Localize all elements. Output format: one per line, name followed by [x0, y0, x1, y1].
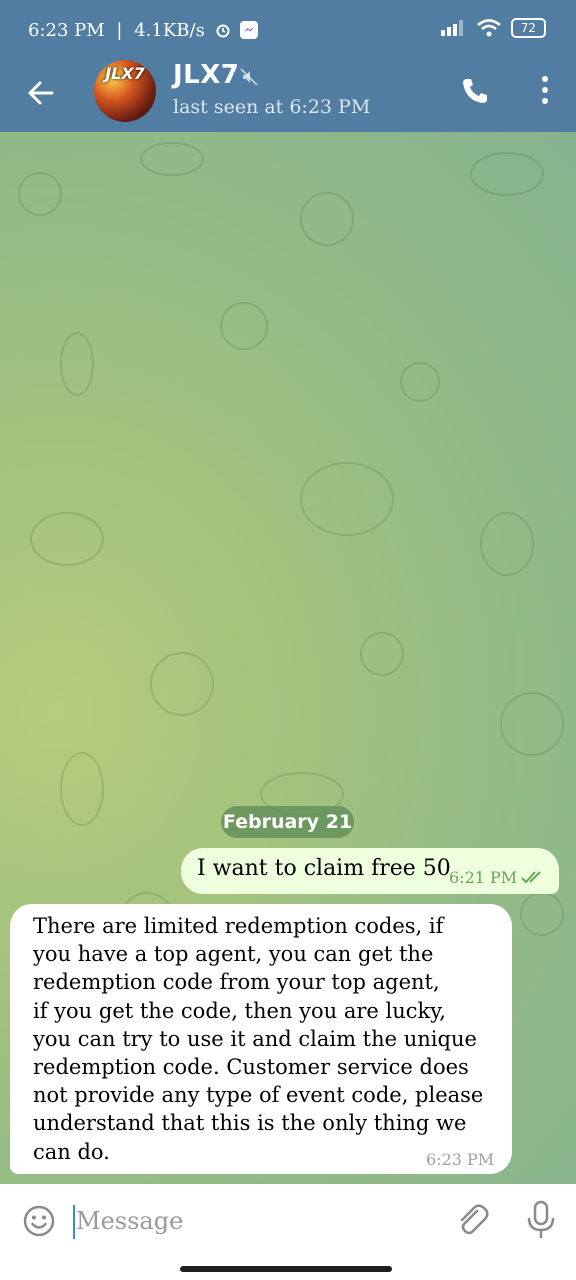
- status-separator: |: [116, 20, 123, 41]
- network-speed: 4.1KB/s: [134, 20, 205, 41]
- incoming-message[interactable]: There are limited redemption codes, if y…: [10, 904, 512, 1174]
- status-time: 6:23 PM: [28, 20, 105, 41]
- messenger-icon: [240, 21, 259, 39]
- chat-header: JLX7 JLX7 last seen at 6:23 PM: [0, 60, 576, 132]
- message-composer: [0, 1184, 576, 1258]
- message-text: I want to claim free 50: [197, 856, 451, 881]
- message-time: 6:23 PM: [426, 1150, 495, 1169]
- battery-level: 72: [520, 21, 536, 35]
- battery-icon: 72: [510, 18, 546, 38]
- phone-icon[interactable]: [460, 76, 490, 106]
- read-ticks-icon: [521, 871, 541, 884]
- attach-icon[interactable]: [455, 1202, 489, 1238]
- message-input[interactable]: [76, 1200, 436, 1242]
- emoji-icon[interactable]: [22, 1204, 56, 1238]
- date-separator: February 21: [221, 806, 354, 838]
- more-vertical-icon[interactable]: [540, 74, 550, 106]
- home-indicator[interactable]: [180, 1266, 392, 1272]
- text-caret: [73, 1205, 75, 1239]
- message-text: There are limited redemption codes, if y…: [33, 914, 484, 1164]
- avatar[interactable]: JLX7: [94, 60, 156, 122]
- muted-icon: [240, 68, 258, 86]
- signal-icon: [440, 20, 463, 36]
- navigation-bar: [0, 1258, 576, 1280]
- back-arrow-icon[interactable]: [26, 78, 56, 108]
- status-time-group: 6:23 PM | 4.1KB/s: [28, 20, 259, 41]
- status-icons: 72: [440, 18, 546, 38]
- last-seen-status: last seen at 6:23 PM: [173, 96, 371, 118]
- message-time: 6:21 PM: [449, 868, 518, 887]
- status-bar: 6:23 PM | 4.1KB/s 72: [0, 0, 576, 60]
- outgoing-message[interactable]: I want to claim free 50 6:21 PM: [181, 848, 559, 894]
- avatar-logo-text: JLX7: [105, 64, 145, 83]
- alarm-icon: [216, 24, 230, 38]
- wifi-icon: [476, 19, 501, 37]
- chat-title[interactable]: JLX7: [173, 60, 239, 90]
- mic-icon[interactable]: [526, 1200, 556, 1240]
